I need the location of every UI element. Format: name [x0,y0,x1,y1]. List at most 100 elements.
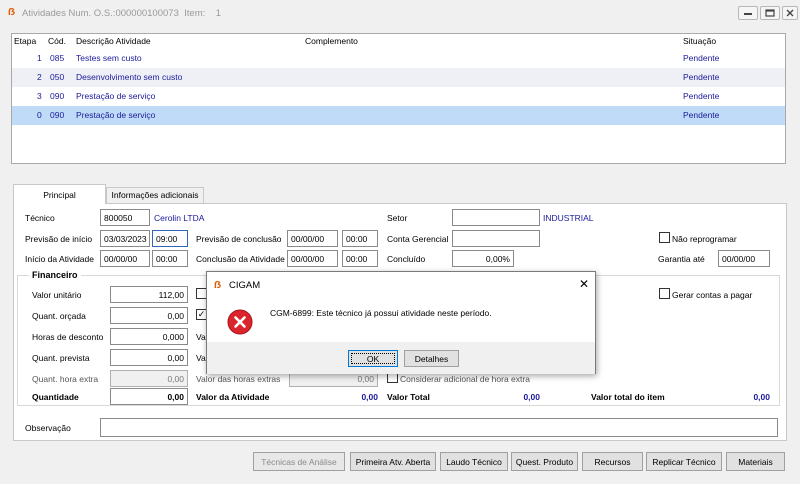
nao-reprogramar-label: Não reprogramar [672,234,737,244]
cell-etapa: 2 [37,72,42,82]
conclusao-atividade-date-field[interactable]: 00/00/00 [287,250,338,267]
va-label-fragment-2: Va [196,353,206,363]
dialog-title: CIGAM [229,280,261,291]
table-row-selected[interactable]: 0 090 Prestação de serviço Pendente [12,106,785,125]
garantia-label: Garantia até [658,254,705,264]
conta-gerencial-field[interactable] [452,230,540,247]
replicar-tecnico-button[interactable]: Replicar Técnico [646,452,722,471]
cigam-logo-icon: ẞ [214,280,222,291]
inicio-atividade-time-field[interactable]: 00:00 [152,250,188,267]
concluido-label: Concluído [387,254,426,264]
valor-horas-extras-label: Valor das horas extras [196,374,281,384]
observacao-field[interactable] [100,418,778,437]
table-row[interactable]: 3 090 Prestação de serviço Pendente [12,87,785,106]
conclusao-atividade-time-field[interactable]: 00:00 [342,250,378,267]
quest-produto-button[interactable]: Quest. Produto [511,452,578,471]
valor-total-item-value: 0,00 [753,392,770,402]
column-header-cod[interactable]: Cód. [48,36,66,46]
tab-principal[interactable]: Principal [13,184,106,204]
quant-hora-extra-field: 0,00 [110,370,188,387]
minimize-button[interactable] [738,6,758,20]
gerar-contas-checkbox[interactable] [659,288,670,299]
cell-cod: 085 [50,53,65,63]
previsao-conclusao-time-field[interactable]: 00:00 [342,230,378,247]
setor-name: INDUSTRIAL [543,213,594,223]
inicio-atividade-date-field[interactable]: 00/00/00 [100,250,150,267]
error-icon [227,309,253,335]
tecnico-label: Técnico [25,213,55,223]
cell-situacao: Pendente [683,91,720,101]
previsao-inicio-label: Previsão de início [25,234,93,244]
grid-header: Etapa Cód. Descrição Atividade Complemen… [12,36,785,48]
previsao-conclusao-date-field[interactable]: 00/00/00 [287,230,338,247]
tecnico-code-field[interactable]: 800050 [100,209,150,226]
laudo-tecnico-button[interactable]: Laudo Técnico [440,452,508,471]
app-logo-icon: ẞ [8,7,16,18]
conclusao-atividade-label: Conclusão da Atividade [196,254,285,264]
valor-total-item-label: Valor total do item [591,392,665,402]
previsao-conclusao-label: Previsão de conclusão [196,234,282,244]
column-header-descricao[interactable]: Descrição Atividade [76,36,151,46]
valor-total-value: 0,00 [523,392,540,402]
cell-descricao: Prestação de serviço [76,110,156,120]
restore-button[interactable] [760,6,780,20]
observacao-label: Observação [25,423,71,433]
setor-field[interactable] [452,209,540,226]
quantidade-label: Quantidade [32,392,79,402]
column-header-complemento[interactable]: Complemento [305,36,358,46]
materiais-button[interactable]: Materiais [726,452,785,471]
table-row[interactable]: 1 085 Testes sem custo Pendente [12,49,785,68]
quant-orcada-label: Quant. orçada [32,311,86,321]
quant-prevista-label: Quant. prevista [32,353,90,363]
tecnicas-analise-button[interactable]: Técnicas de Análise [253,452,345,471]
window-title: Atividades Num. O.S.:000000100073 Item: … [22,8,222,19]
valor-atividade-label: Valor da Atividade [196,392,270,402]
table-row[interactable]: 2 050 Desenvolvimento sem custo Pendente [12,68,785,87]
conta-gerencial-label: Conta Gerencial [387,234,449,244]
valor-unitario-label: Valor unitário [32,290,82,300]
dialog-footer [207,342,595,374]
previsao-inicio-date-field[interactable]: 03/03/2023 [100,230,150,247]
ok-button[interactable]: OK [348,350,398,367]
quantidade-field[interactable]: 0,00 [110,388,188,405]
primeira-atv-aberta-button[interactable]: Primeira Atv. Aberta [350,452,436,471]
considerar-adicional-label: Considerar adicional de hora extra [400,374,530,384]
financeiro-caption: Financeiro [29,270,81,280]
column-header-situacao[interactable]: Situação [683,36,716,46]
cell-situacao: Pendente [683,72,720,82]
title-bar: ẞ Atividades Num. O.S.:000000100073 Item… [0,0,800,28]
nao-reprogramar-checkbox[interactable] [659,232,670,243]
garantia-field[interactable]: 00/00/00 [718,250,770,267]
cell-cod: 090 [50,110,65,120]
close-window-button[interactable] [782,6,798,20]
cell-situacao: Pendente [683,53,720,63]
cell-etapa: 3 [37,91,42,101]
dialog-message: CGM-6899: Este técnico já possui ativida… [270,308,492,318]
setor-label: Setor [387,213,408,223]
cell-descricao: Testes sem custo [76,53,142,63]
cell-descricao: Prestação de serviço [76,91,156,101]
tab-informacoes-adicionais[interactable]: Informações adicionais [106,187,204,203]
inicio-atividade-label: Início da Atividade [25,254,94,264]
cell-cod: 090 [50,91,65,101]
error-dialog: ẞ CIGAM ✕ CGM-6899: Este técnico já poss… [206,271,596,374]
valor-total-label: Valor Total [387,392,430,402]
quant-prevista-field[interactable]: 0,00 [110,349,188,366]
quant-hora-extra-label: Quant. hora extra [32,374,99,384]
previsao-inicio-time-field[interactable]: 09:00 [152,230,188,247]
cell-etapa: 0 [37,110,42,120]
horas-desconto-label: Horas de desconto [32,332,104,342]
detalhes-button[interactable]: Detalhes [404,350,459,367]
concluido-field[interactable]: 0,00% [452,250,514,267]
horas-desconto-field[interactable]: 0,000 [110,328,188,345]
dialog-close-icon[interactable]: ✕ [579,278,589,290]
cell-cod: 050 [50,72,65,82]
gerar-contas-label: Gerar contas a pagar [672,290,753,300]
cell-etapa: 1 [37,53,42,63]
cell-situacao: Pendente [683,110,720,120]
recursos-button[interactable]: Recursos [582,452,643,471]
valor-unitario-field[interactable]: 112,00 [110,286,188,303]
quant-orcada-field[interactable]: 0,00 [110,307,188,324]
column-header-etapa[interactable]: Etapa [14,36,36,46]
tecnico-name: Cerolin LTDA [154,213,205,223]
